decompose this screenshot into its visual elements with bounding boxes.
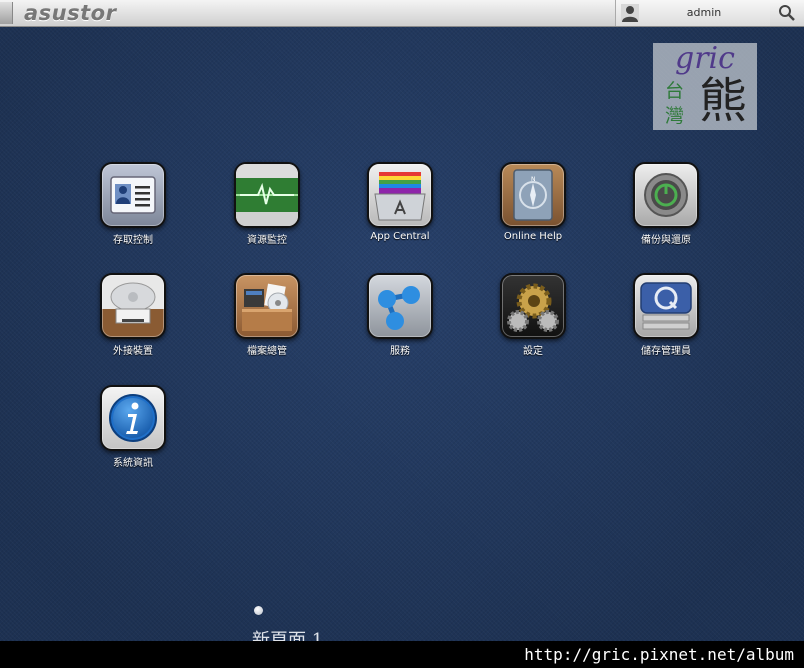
page-indicator-dot[interactable]	[254, 606, 263, 615]
menu-tab[interactable]	[0, 2, 13, 24]
app-label: 儲存管理員	[641, 346, 691, 357]
app-central-icon	[367, 162, 433, 228]
username-label: admin	[686, 6, 722, 19]
footer-strip: http://gric.pixnet.net/album	[0, 641, 804, 668]
app-label: 備份與還原	[641, 235, 691, 246]
top-bar: asustor admin	[0, 0, 804, 27]
app-backup-restore[interactable]: 備份與還原	[611, 162, 721, 246]
app-online-help[interactable]: N Online Help	[478, 162, 588, 242]
app-label: 存取控制	[113, 235, 153, 246]
app-label: 外接裝置	[113, 346, 153, 357]
resource-monitor-icon	[234, 162, 300, 228]
footer-url: http://gric.pixnet.net/album	[524, 645, 794, 664]
online-help-icon: N	[500, 162, 566, 228]
search-icon	[779, 5, 795, 21]
watermark-gric-text: gric	[675, 41, 735, 76]
user-icon	[621, 4, 639, 22]
app-label: App Central	[370, 231, 430, 242]
app-file-explorer[interactable]: 檔案總管	[212, 273, 322, 357]
app-label: 系統資訊	[113, 458, 153, 469]
app-label: 檔案總管	[247, 346, 287, 357]
app-label: Online Help	[503, 231, 563, 242]
user-menu[interactable]: admin	[615, 0, 771, 26]
watermark-tai-text: 台	[665, 80, 685, 102]
app-services[interactable]: 服務	[345, 273, 455, 357]
settings-gear-icon	[500, 273, 566, 339]
app-app-central[interactable]: App Central	[345, 162, 455, 242]
backup-restore-icon	[633, 162, 699, 228]
app-settings[interactable]: 設定	[478, 273, 588, 357]
app-system-info[interactable]: 系統資訊	[78, 385, 188, 469]
app-label: 設定	[523, 346, 543, 357]
search-button[interactable]	[770, 0, 804, 26]
asustor-logo: asustor	[24, 1, 117, 25]
watermark-bear-text: 熊	[699, 73, 748, 129]
app-storage-manager[interactable]: 儲存管理員	[611, 273, 721, 357]
app-label: 資源監控	[247, 235, 287, 246]
storage-manager-icon	[633, 273, 699, 339]
access-control-icon	[100, 162, 166, 228]
external-devices-icon	[100, 273, 166, 339]
app-resource-monitor[interactable]: 資源監控	[212, 162, 322, 246]
watermark-wan-text: 灣	[665, 105, 685, 127]
watermark-logo: gric 台 灣 熊	[653, 41, 757, 130]
file-explorer-icon	[234, 273, 300, 339]
app-access-control[interactable]: 存取控制	[78, 162, 188, 246]
system-info-icon	[100, 385, 166, 451]
app-external-devices[interactable]: 外接裝置	[78, 273, 188, 357]
svg-text:N: N	[531, 176, 536, 183]
app-label: 服務	[390, 346, 410, 357]
services-icon	[367, 273, 433, 339]
